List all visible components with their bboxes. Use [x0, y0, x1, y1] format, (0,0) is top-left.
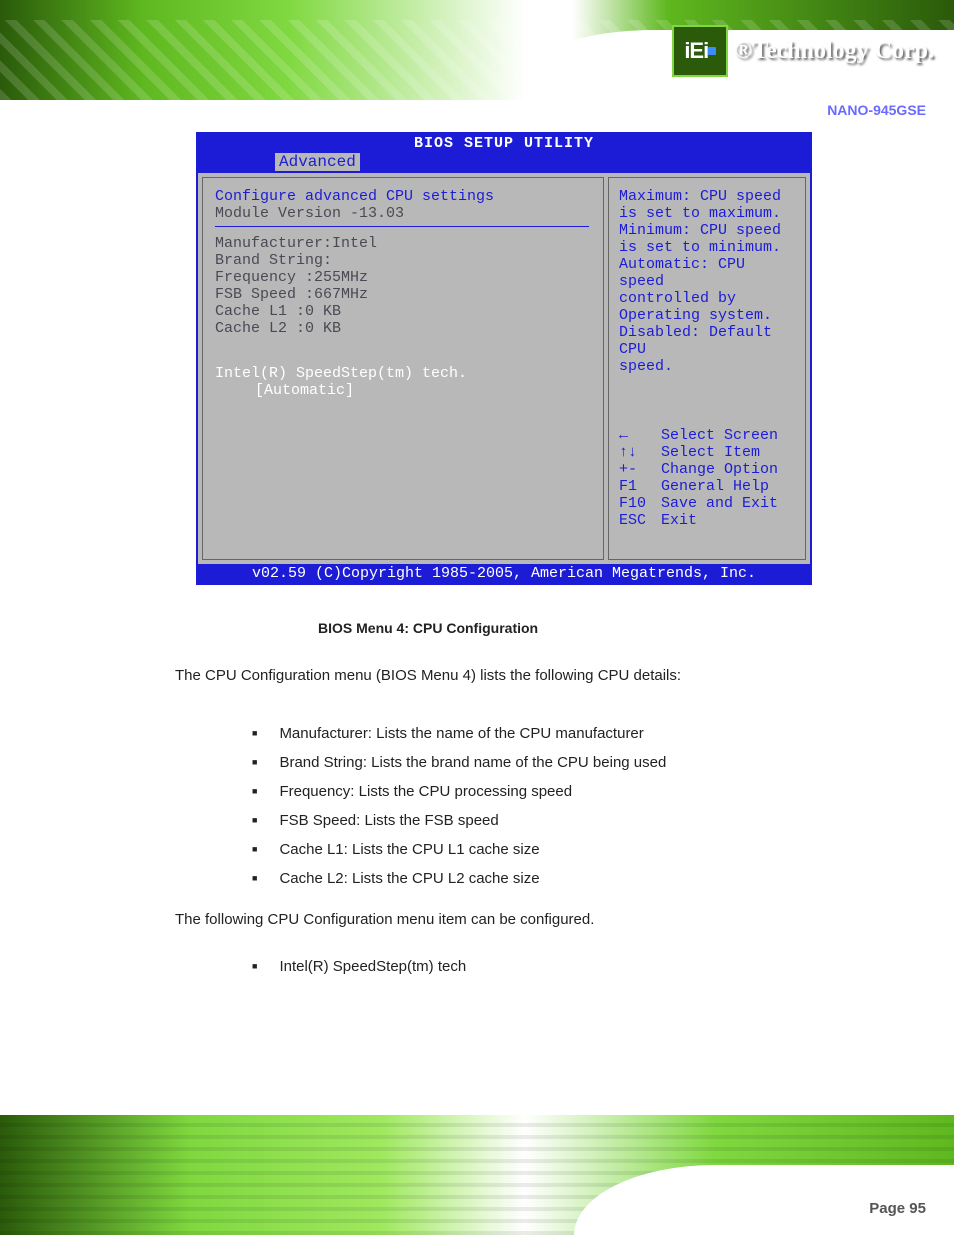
- bios-option-label: Intel(R) SpeedStep(tm) tech.: [215, 365, 467, 382]
- bios-right-panel: Maximum: CPU speed is set to maximum. Mi…: [608, 177, 806, 560]
- bios-nav-row: ↑↓Select Item: [619, 444, 797, 461]
- bios-help-line: controlled by: [619, 290, 797, 307]
- bios-cpu-heading: Configure advanced CPU settings: [215, 188, 589, 205]
- doc-paragraph-2: The following CPU Configuration menu ite…: [175, 906, 895, 935]
- bios-option-row: Intel(R) SpeedStep(tm) tech. [Automatic]: [215, 365, 589, 399]
- bios-option-value: [Automatic]: [255, 382, 354, 399]
- bios-body: Configure advanced CPU settings Module V…: [198, 171, 810, 564]
- logo-badge: iEi: [672, 25, 728, 77]
- bios-footer: v02.59 (C)Copyright 1985-2005, American …: [198, 564, 810, 583]
- list-item: Manufacturer: Lists the name of the CPU …: [252, 720, 666, 749]
- bios-nav-row: F1General Help: [619, 478, 797, 495]
- bios-help-line: Disabled: Default CPU: [619, 324, 797, 358]
- nav-label: Save and Exit: [661, 495, 778, 512]
- list-item: Cache L2: Lists the CPU L2 cache size: [252, 865, 666, 894]
- list-item: Brand String: Lists the brand name of th…: [252, 749, 666, 778]
- bottom-banner: [0, 1115, 954, 1235]
- logo-dot-icon: [708, 47, 716, 55]
- doc-paragraph-1: The CPU Configuration menu (BIOS Menu 4)…: [175, 662, 895, 691]
- bios-tabs: Advanced: [198, 153, 810, 171]
- nav-label: General Help: [661, 478, 769, 495]
- list-item: FSB Speed: Lists the FSB speed: [252, 807, 666, 836]
- bios-help-line: Minimum: CPU speed: [619, 222, 797, 239]
- brand-text: ®Technology Corp.: [734, 38, 934, 65]
- nav-label: Change Option: [661, 461, 778, 478]
- list-item: Cache L1: Lists the CPU L1 cache size: [252, 836, 666, 865]
- nav-label: Select Screen: [661, 427, 778, 444]
- top-banner: iEi ®Technology Corp.: [0, 0, 954, 100]
- bios-info-row: Manufacturer:Intel: [215, 235, 589, 252]
- bios-nav-block: ←Select Screen ↑↓Select Item +-Change Op…: [619, 427, 797, 529]
- figure-caption-text: BIOS Menu 4: CPU Configuration: [318, 620, 538, 636]
- nav-key: ESC: [619, 512, 661, 529]
- nav-key: ↑↓: [619, 444, 661, 461]
- bios-info-row: Cache L1 :0 KB: [215, 303, 589, 320]
- bios-divider: [215, 226, 589, 227]
- bios-nav-row: ESCExit: [619, 512, 797, 529]
- bios-module-version: Module Version -13.03: [215, 205, 589, 222]
- bios-nav-row: ←Select Screen: [619, 427, 797, 444]
- bios-help-line: Maximum: CPU speed: [619, 188, 797, 205]
- bios-info-row: Cache L2 :0 KB: [215, 320, 589, 337]
- bios-tab-advanced: Advanced: [275, 153, 360, 171]
- nav-key: +-: [619, 461, 661, 478]
- bios-help-line: Operating system.: [619, 307, 797, 324]
- bios-nav-row: +-Change Option: [619, 461, 797, 478]
- nav-label: Exit: [661, 512, 697, 529]
- figure-caption: BIOS Menu 4: CPU Configuration: [318, 620, 538, 636]
- product-label: NANO-945GSE: [827, 102, 926, 118]
- bios-nav-row: F10Save and Exit: [619, 495, 797, 512]
- nav-key: F10: [619, 495, 661, 512]
- bios-help-line: speed.: [619, 358, 797, 375]
- nav-key: F1: [619, 478, 661, 495]
- page-number: Page 95: [869, 1200, 926, 1217]
- nav-label: Select Item: [661, 444, 760, 461]
- bios-info-row: Brand String:: [215, 252, 589, 269]
- bios-title: BIOS SETUP UTILITY: [198, 134, 810, 153]
- bios-help-line: is set to minimum.: [619, 239, 797, 256]
- list-item: Intel(R) SpeedStep(tm) tech: [252, 958, 466, 975]
- doc-bullet-list-1: Manufacturer: Lists the name of the CPU …: [252, 720, 666, 894]
- bios-left-panel: Configure advanced CPU settings Module V…: [202, 177, 604, 560]
- doc-bullet-list-2: Intel(R) SpeedStep(tm) tech: [252, 958, 466, 975]
- bios-info-row: Frequency :255MHz: [215, 269, 589, 286]
- nav-key: ←: [619, 427, 661, 444]
- bios-info-row: FSB Speed :667MHz: [215, 286, 589, 303]
- bios-help-line: Automatic: CPU speed: [619, 256, 797, 290]
- logo-text: iEi: [684, 38, 708, 64]
- list-item: Frequency: Lists the CPU processing spee…: [252, 778, 666, 807]
- bios-screenshot: BIOS SETUP UTILITY Advanced Configure ad…: [196, 132, 812, 585]
- logo-area: iEi ®Technology Corp.: [672, 25, 934, 77]
- bios-help-line: is set to maximum.: [619, 205, 797, 222]
